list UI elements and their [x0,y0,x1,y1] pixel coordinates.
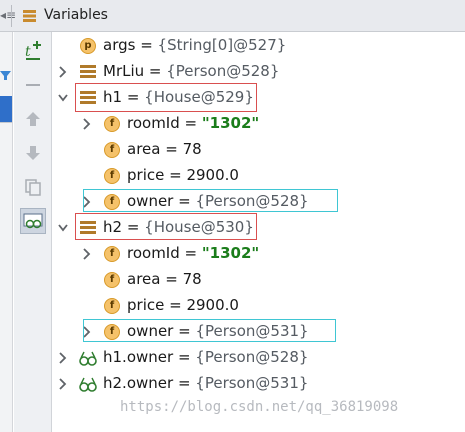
copy-icon [25,179,41,196]
highlight-h2-owner [83,319,336,342]
variable-entry: args = {String[0]@527} [103,36,286,54]
variable-value: {Person@531} [195,374,309,392]
variable-entry: price = 2900.0 [127,166,239,184]
parameter-icon: p [80,38,96,54]
variable-value: 2900.0 [186,296,239,314]
field-icon: f [104,142,120,158]
new-watch-icon: t [25,41,41,60]
show-watches-button[interactable] [20,208,46,234]
field-icon: f [104,246,120,262]
header-divider [11,5,12,27]
chevron-down-icon[interactable] [58,91,68,105]
chevron-right-icon[interactable] [82,247,92,261]
variable-name: h1.owner [103,348,174,366]
variable-entry: MrLiu = {Person@528} [103,62,279,80]
variable-value: 78 [182,270,202,288]
variables-icon [23,10,36,22]
variable-name: area [127,140,161,158]
tree-row[interactable]: p args = {String[0]@527} [53,33,465,59]
variable-name: args [103,36,136,54]
field-icon: f [104,116,120,132]
variable-name: roomId [127,114,180,132]
equals-sign: = [144,62,167,80]
variable-name: h2.owner [103,374,174,392]
equals-sign: = [173,348,196,366]
variable-value: {Person@528} [166,62,280,80]
tree-row[interactable]: f price = 2900.0 [53,293,465,319]
equals-sign: = [173,374,196,392]
copy-button[interactable] [20,174,46,200]
field-icon: f [104,272,120,288]
equals-sign: = [135,36,158,54]
tree-row[interactable]: h1.owner = {Person@528} [53,345,465,371]
equals-sign: = [160,270,183,288]
variable-name: roomId [127,244,180,262]
tree-row[interactable]: f roomId = "1302" [53,241,465,267]
variable-name: price [127,166,165,184]
highlight-h2 [75,213,257,240]
variable-entry: price = 2900.0 [127,296,239,314]
hide-panel-icon[interactable]: ◂≡ [0,8,16,22]
watches-toolbar: t [14,32,52,432]
show-watches-icon [23,213,43,229]
variable-value: {Person@528} [195,348,309,366]
equals-sign: = [164,296,187,314]
remove-watch-icon [26,84,40,86]
move-up-button[interactable] [20,106,46,132]
variable-name: MrLiu [103,62,145,80]
highlight-h1 [75,83,257,112]
frames-strip [0,32,13,432]
svg-text:t: t [25,44,31,60]
tree-row[interactable]: f roomId = "1302" [53,111,465,137]
variable-name: area [127,270,161,288]
variable-entry: area = 78 [127,270,202,288]
variables-panel: ◂≡ Variables t p args = {String[0]@527} … [0,0,465,432]
chevron-right-icon[interactable] [58,377,68,391]
chevron-right-icon[interactable] [58,351,68,365]
new-watch-button[interactable]: t [20,38,46,64]
filter-icon[interactable] [0,70,11,81]
equals-sign: = [179,244,202,262]
watermark: https://blog.csdn.net/qq_36819098 [120,399,399,415]
variable-value: {String[0]@527} [157,36,287,54]
variable-entry: area = 78 [127,140,202,158]
equals-sign: = [164,166,187,184]
watch-icon [79,351,97,366]
watch-icon [79,377,97,392]
tree-row[interactable]: MrLiu = {Person@528} [53,59,465,85]
variable-value: 78 [182,140,202,158]
move-up-icon [26,112,40,126]
tree-row[interactable]: h2.owner = {Person@531} [53,371,465,397]
field-icon: f [104,298,120,314]
equals-sign: = [179,114,202,132]
object-icon [80,65,96,78]
tree-row[interactable]: f price = 2900.0 [53,163,465,189]
variable-value: "1302" [201,244,260,262]
variable-entry: roomId = "1302" [127,114,259,132]
tree-row[interactable]: f area = 78 [53,137,465,163]
tree-row[interactable]: f area = 78 [53,267,465,293]
panel-header: ◂≡ Variables [0,0,465,32]
equals-sign: = [160,140,183,158]
variable-value: "1302" [201,114,260,132]
move-down-button[interactable] [20,140,46,166]
variable-name: price [127,296,165,314]
chevron-right-icon[interactable] [58,65,68,79]
panel-title: Variables [44,7,108,23]
highlight-h1-owner [83,189,338,212]
variable-entry: h2.owner = {Person@531} [103,374,308,392]
variable-value: 2900.0 [186,166,239,184]
chevron-right-icon[interactable] [82,117,92,131]
selected-frame-indicator[interactable] [0,96,12,122]
field-icon: f [104,168,120,184]
variable-entry: h1.owner = {Person@528} [103,348,308,366]
variable-entry: roomId = "1302" [127,244,259,262]
move-down-icon [26,146,40,160]
strip-divider [0,122,12,123]
chevron-down-icon[interactable] [58,221,68,235]
remove-watch-button[interactable] [20,72,46,98]
